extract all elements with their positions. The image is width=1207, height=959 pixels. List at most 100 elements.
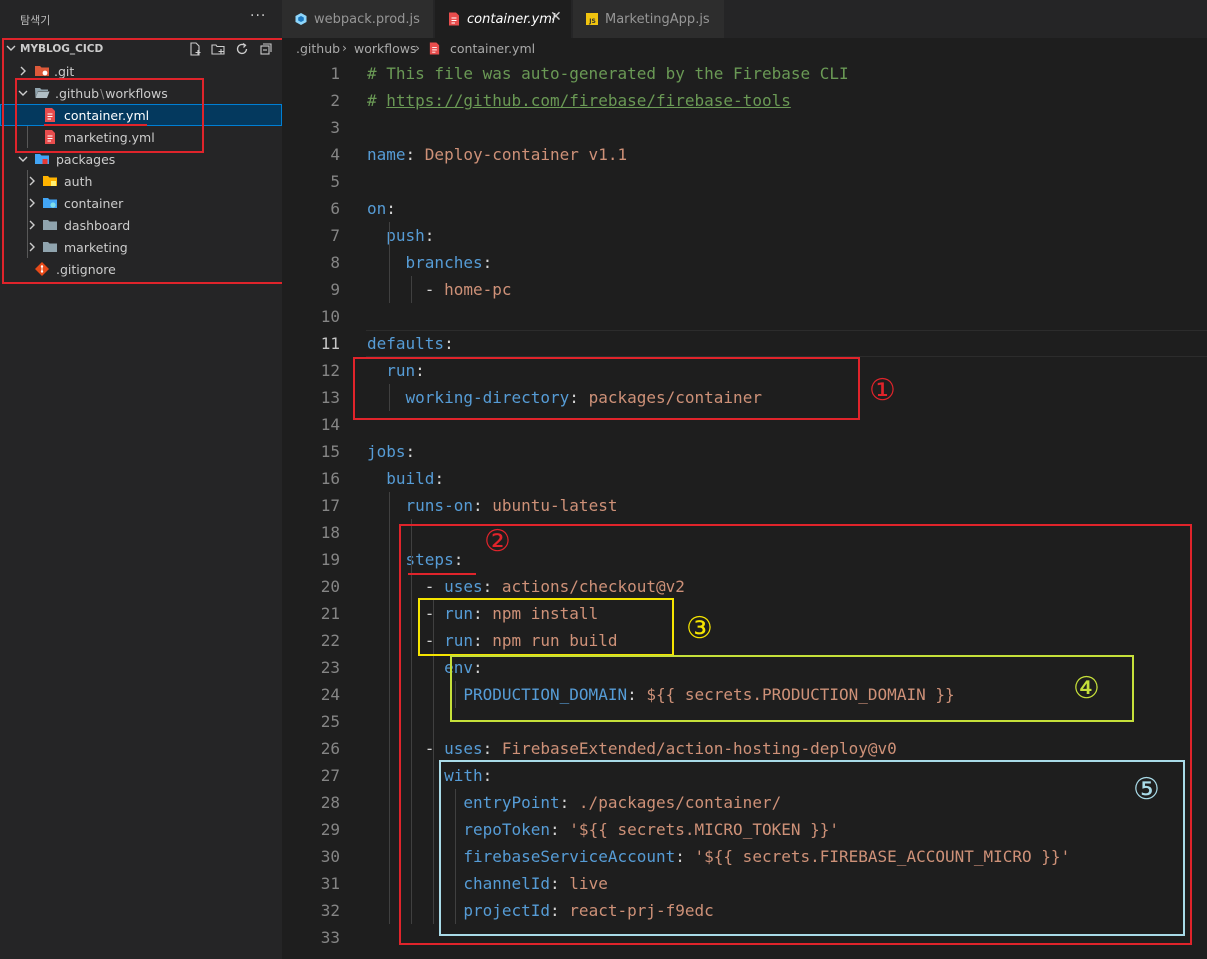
annotation-underline-container-yml <box>44 124 147 126</box>
code-token: : <box>472 496 493 515</box>
line-number: 14 <box>320 415 340 434</box>
code-text: on: <box>367 199 396 218</box>
code-line[interactable]: 9 - home-pc <box>282 276 1207 303</box>
line-number: 8 <box>330 253 340 272</box>
code-token: # This file was auto-generated by the Fi… <box>367 64 849 83</box>
line-number: 29 <box>320 820 340 839</box>
code-text: runs-on: ubuntu-latest <box>367 496 618 515</box>
tab-label: MarketingApp.js <box>605 12 710 27</box>
line-number: 1 <box>330 64 340 83</box>
explorer-header: 탐색기 ··· <box>0 0 282 36</box>
annotation-box-3 <box>418 598 674 656</box>
tab-webpack-prod-js[interactable]: webpack.prod.js <box>282 0 434 38</box>
code-token: : <box>424 226 435 245</box>
code-token: : <box>482 253 493 272</box>
line-number: 27 <box>320 766 340 785</box>
line-number: 33 <box>320 928 340 947</box>
tab-container-yml[interactable]: container.yml ✕ <box>435 0 572 38</box>
code-token: runs-on <box>367 496 473 515</box>
line-number: 19 <box>320 550 340 569</box>
code-token: - <box>367 280 445 299</box>
code-text: push: <box>367 226 434 245</box>
annotation-number-4: ④ <box>1073 671 1100 706</box>
annotation-underline-steps <box>408 573 476 575</box>
tab-marketingapp-js[interactable]: JS MarketingApp.js <box>573 0 725 38</box>
annotation-number-2: ② <box>484 524 511 559</box>
line-number: 10 <box>320 307 340 326</box>
indent-guide <box>389 222 390 303</box>
breadcrumb-separator: › <box>342 40 347 55</box>
code-line[interactable]: 11 defaults: <box>282 330 1207 357</box>
line-number: 16 <box>320 469 340 488</box>
code-token: name <box>367 145 406 164</box>
yaml-file-icon <box>449 12 459 26</box>
close-icon[interactable]: ✕ <box>550 10 564 24</box>
code-line[interactable]: 3 <box>282 114 1207 141</box>
editor-tab-bar: webpack.prod.js container.yml ✕ JS Marke… <box>282 0 1207 38</box>
code-line[interactable]: 1 # This file was auto-generated by the F… <box>282 60 1207 87</box>
annotation-number-1: ① <box>869 373 896 408</box>
code-token: ubuntu-latest <box>492 496 618 515</box>
annotation-number-3: ③ <box>686 611 713 646</box>
line-number: 6 <box>330 199 340 218</box>
code-token: jobs <box>367 442 406 461</box>
code-token: : <box>405 145 425 164</box>
code-text: # https://github.com/firebase/firebase-t… <box>367 91 791 110</box>
code-line[interactable]: 5 <box>282 168 1207 195</box>
line-number: 20 <box>320 577 340 596</box>
line-number: 26 <box>320 739 340 758</box>
line-number: 2 <box>330 91 340 110</box>
tab-label: webpack.prod.js <box>314 12 420 27</box>
svg-text:JS: JS <box>588 18 596 25</box>
code-token: https://github.com/firebase/firebase-too… <box>386 91 791 110</box>
line-number: 13 <box>320 388 340 407</box>
annotation-box-5 <box>439 760 1185 936</box>
code-line[interactable]: 17 runs-on: ubuntu-latest <box>282 492 1207 519</box>
code-line[interactable]: 16 build: <box>282 465 1207 492</box>
line-number: 32 <box>320 901 340 920</box>
code-text: defaults: <box>367 334 454 353</box>
line-number: 18 <box>320 523 340 542</box>
line-number: 30 <box>320 847 340 866</box>
code-line[interactable]: 7 push: <box>282 222 1207 249</box>
code-text: build: <box>367 469 444 488</box>
line-number: 31 <box>320 874 340 893</box>
code-line[interactable]: 2 # https://github.com/firebase/firebase-… <box>282 87 1207 114</box>
annotation-box-explorer <box>2 38 287 284</box>
breadcrumb-item[interactable]: .github <box>296 41 340 56</box>
code-token: # <box>367 91 387 110</box>
code-token: home-pc <box>444 280 512 299</box>
breadcrumb-item[interactable]: container.yml <box>450 41 535 56</box>
code-editor[interactable]: 1 # This file was auto-generated by the F… <box>282 60 1207 959</box>
tab-label: container.yml <box>467 12 556 27</box>
annotation-box-4 <box>450 655 1134 722</box>
more-actions-icon[interactable]: ··· <box>250 8 266 24</box>
code-line[interactable]: 8 branches: <box>282 249 1207 276</box>
code-line[interactable]: 10 <box>282 303 1207 330</box>
code-token: : <box>434 469 445 488</box>
line-number: 23 <box>320 658 340 677</box>
code-text: # This file was auto-generated by the Fi… <box>367 64 849 83</box>
code-token: push <box>367 226 425 245</box>
line-number: 17 <box>320 496 340 515</box>
code-token: : <box>405 442 416 461</box>
line-number: 28 <box>320 793 340 812</box>
webpack-icon <box>295 13 307 25</box>
code-line[interactable]: 15 jobs: <box>282 438 1207 465</box>
js-file-icon: JS <box>586 13 598 25</box>
line-number: 11 <box>320 334 340 353</box>
annotation-box-1 <box>353 357 860 420</box>
code-line[interactable]: 4 name: Deploy-container v1.1 <box>282 141 1207 168</box>
indent-guide <box>411 276 412 303</box>
annotation-number-5: ⑤ <box>1133 772 1160 807</box>
breadcrumb: .github › workflows › container.yml <box>282 38 1207 60</box>
code-token: build <box>367 469 435 488</box>
code-token: on <box>367 199 387 218</box>
line-number: 15 <box>320 442 340 461</box>
code-text: jobs: <box>367 442 415 461</box>
breadcrumb-item[interactable]: workflows <box>354 41 417 56</box>
breadcrumb-separator: › <box>415 40 420 55</box>
line-number: 22 <box>320 631 340 650</box>
line-number: 9 <box>330 280 340 299</box>
code-line[interactable]: 6 on: <box>282 195 1207 222</box>
